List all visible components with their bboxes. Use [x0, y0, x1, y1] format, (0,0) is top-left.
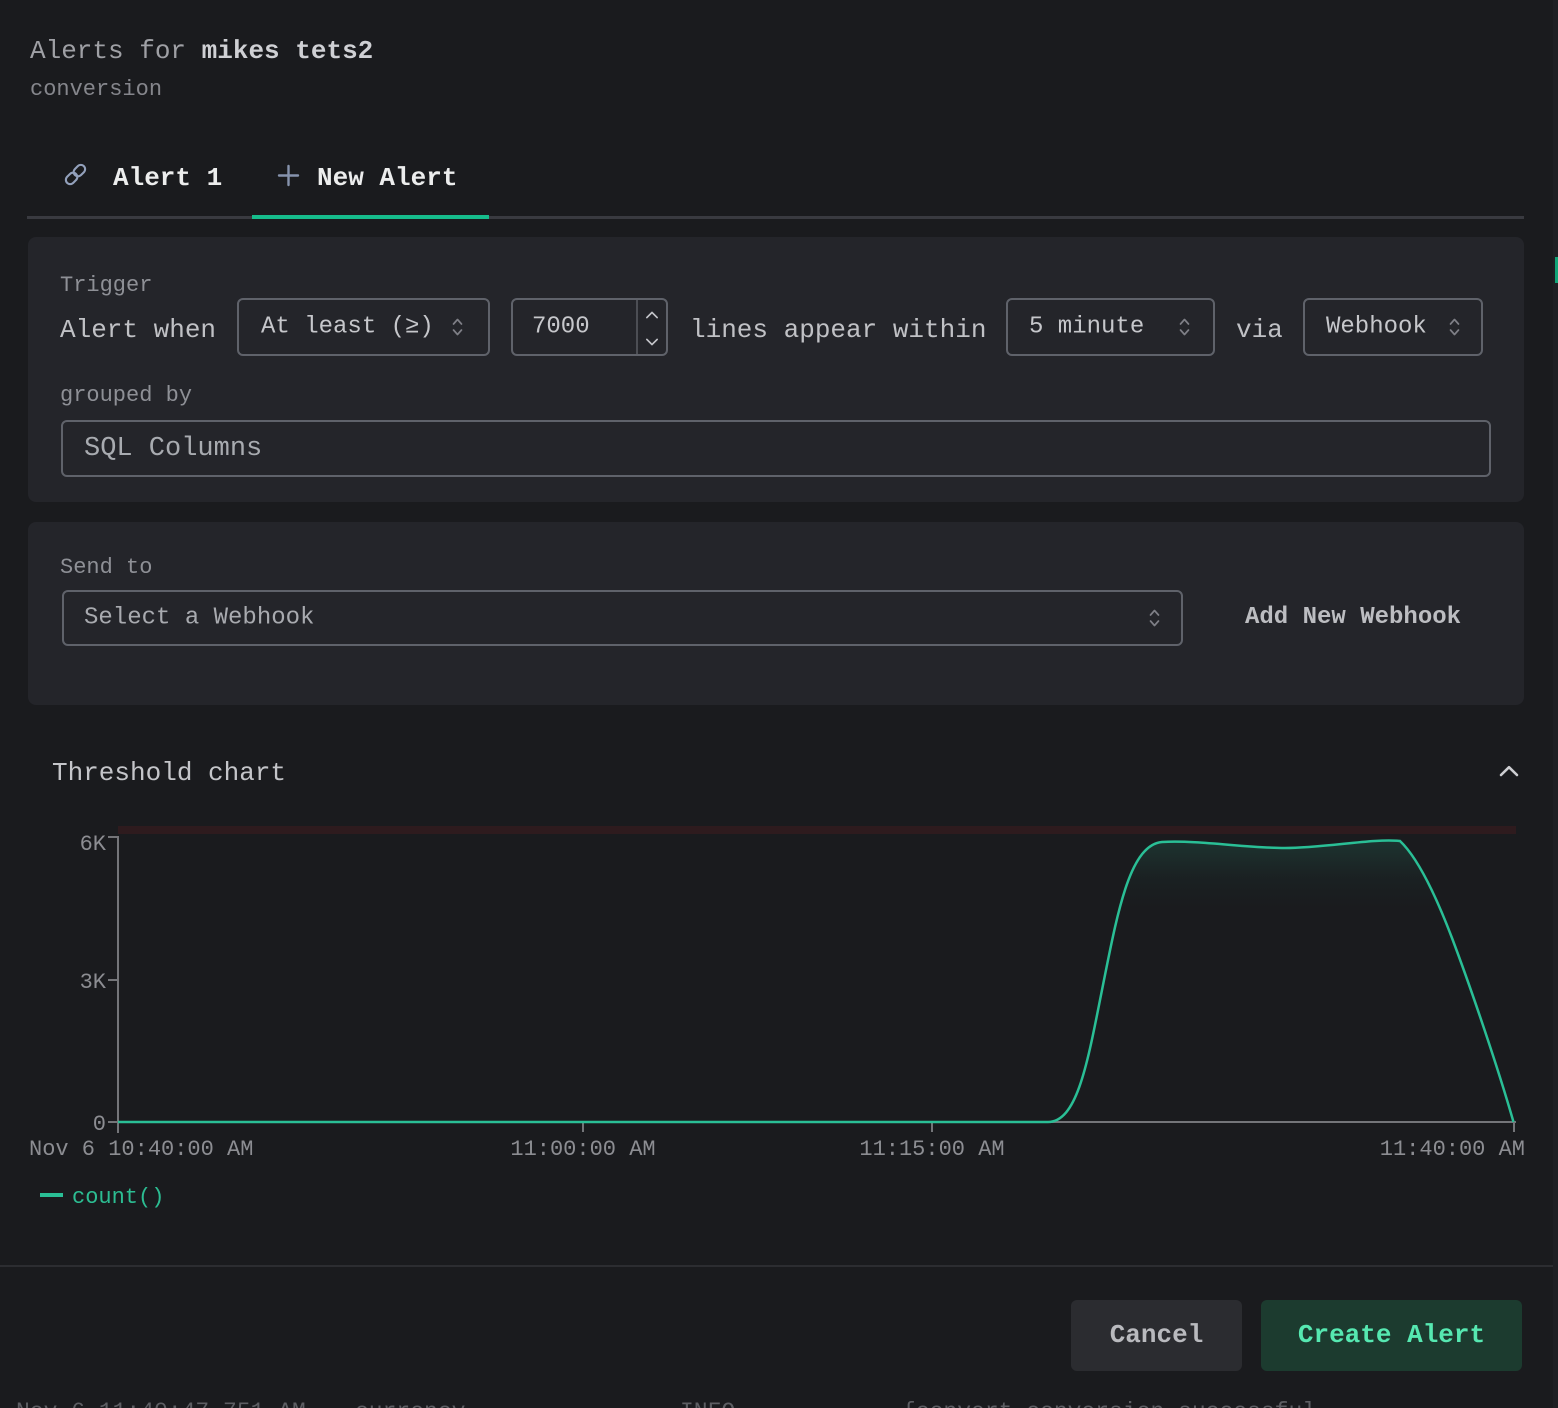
svg-text:3K: 3K — [80, 970, 107, 995]
svg-text:11:00:00 AM: 11:00:00 AM — [510, 1137, 655, 1162]
svg-text:6K: 6K — [80, 832, 107, 857]
svg-text:11:40:00 AM: 11:40:00 AM — [1380, 1137, 1525, 1162]
svg-text:count(): count() — [72, 1185, 164, 1210]
svg-text:0: 0 — [93, 1112, 106, 1137]
svg-text:Nov 6 10:40:00 AM: Nov 6 10:40:00 AM — [29, 1137, 253, 1162]
svg-text:11:15:00 AM: 11:15:00 AM — [859, 1137, 1004, 1162]
